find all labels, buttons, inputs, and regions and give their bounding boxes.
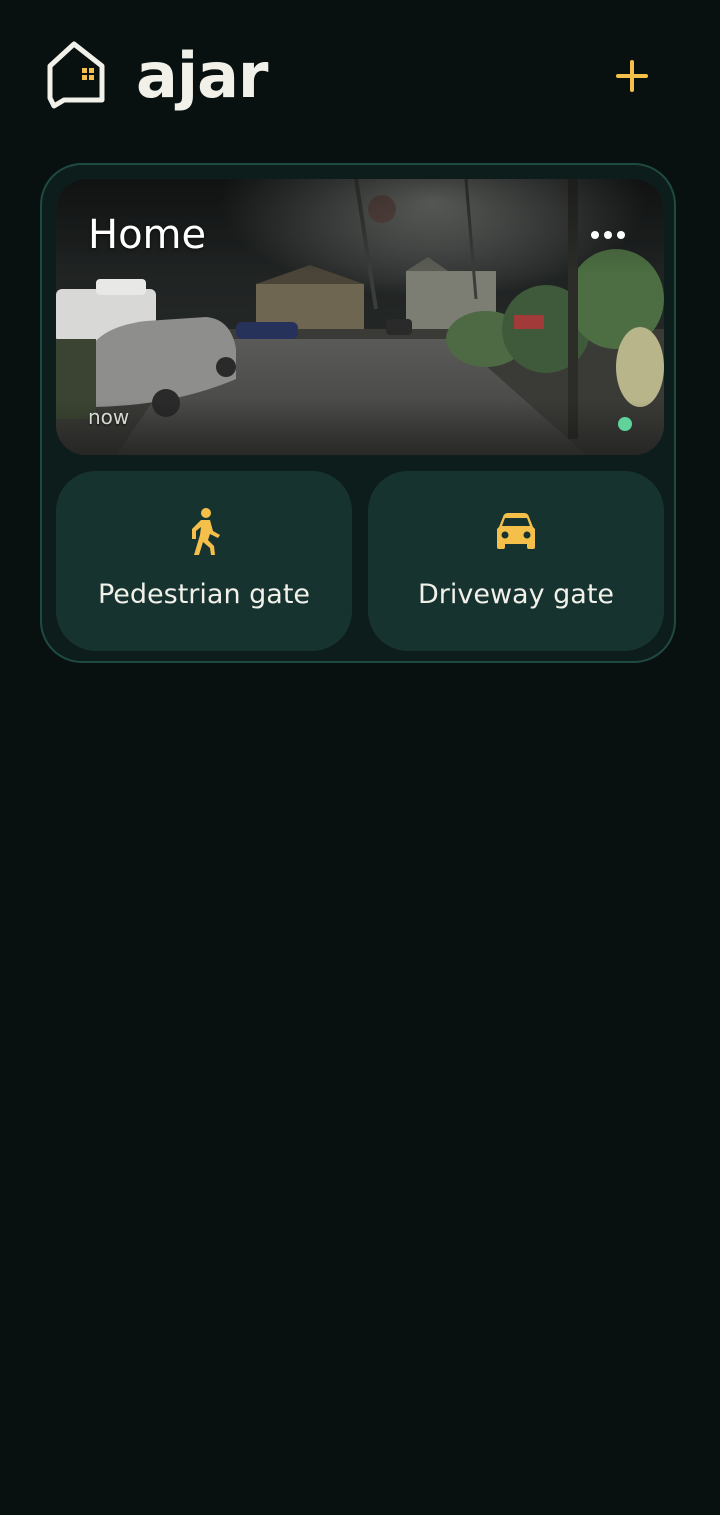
walking-person-icon bbox=[192, 508, 220, 555]
camera-timestamp: now bbox=[88, 405, 130, 429]
location-title: Home bbox=[88, 212, 207, 258]
pedestrian-gate-button[interactable]: Pedestrian gate bbox=[56, 471, 352, 651]
car-icon bbox=[497, 513, 535, 549]
location-card: Home now Pedestrian gate Driveway gate bbox=[40, 163, 676, 663]
more-horizontal-icon[interactable] bbox=[584, 219, 632, 251]
home-icon bbox=[47, 41, 105, 109]
camera-feed[interactable]: Home now bbox=[56, 179, 664, 455]
gate-label: Driveway gate bbox=[417, 579, 615, 610]
plus-icon[interactable] bbox=[608, 52, 656, 100]
driveway-gate-button[interactable]: Driveway gate bbox=[368, 471, 664, 651]
app-header: ajar bbox=[0, 0, 720, 150]
live-status-indicator bbox=[618, 417, 632, 431]
gate-label: Pedestrian gate bbox=[97, 579, 311, 610]
brand-name: ajar bbox=[136, 39, 269, 112]
